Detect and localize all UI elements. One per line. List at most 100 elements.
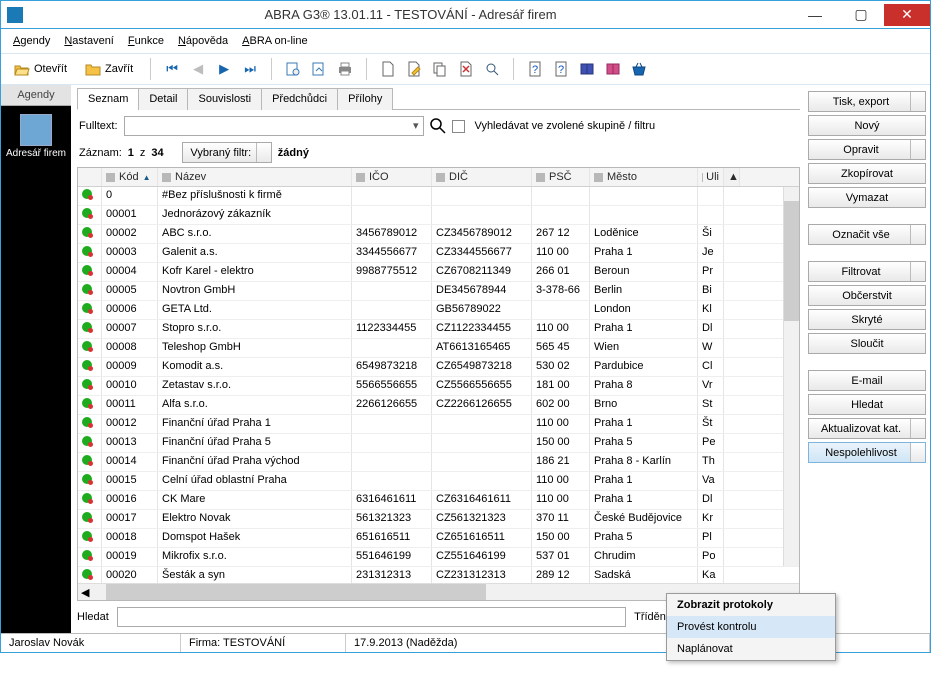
menu-agendy[interactable]: Agendy xyxy=(7,33,56,49)
open-button[interactable]: Otevřít xyxy=(7,58,74,80)
table-row[interactable]: 00016CK Mare6316461611CZ6316461611110 00… xyxy=(78,491,799,510)
nav-next-button[interactable]: ▶ xyxy=(213,58,235,80)
vertical-scrollbar[interactable] xyxy=(783,187,799,566)
table-row[interactable]: 00010Zetastav s.r.o.5566556655CZ55665566… xyxy=(78,377,799,396)
help-1[interactable]: ? xyxy=(524,58,546,80)
btn-oznacit-vse[interactable]: Označit vše xyxy=(808,224,926,245)
table-row[interactable]: 00009Komodit a.s.6549873218CZ65498732185… xyxy=(78,358,799,377)
print-button[interactable] xyxy=(334,58,356,80)
popup-naplanovat[interactable]: Naplánovat xyxy=(667,638,835,660)
tab-predchudci[interactable]: Předchůdci xyxy=(261,88,338,110)
btn-sloucit[interactable]: Sloučit xyxy=(808,333,926,354)
menu-abra-online[interactable]: ABRA on-line xyxy=(236,33,313,49)
help-2[interactable]: ? xyxy=(550,58,572,80)
table-row[interactable]: 00020Šesták a syn231312313CZ231312313289… xyxy=(78,567,799,583)
search-icon xyxy=(484,61,500,77)
status-dot-icon xyxy=(82,322,92,332)
table-row[interactable]: 00012Finanční úřad Praha 1110 00Praha 1Š… xyxy=(78,415,799,434)
table-row[interactable]: 00018Domspot Hašek651616511CZ65161651115… xyxy=(78,529,799,548)
tab-seznam[interactable]: Seznam xyxy=(77,88,139,110)
selected-filter-button[interactable]: Vybraný filtr: xyxy=(182,142,272,163)
fulltext-input[interactable] xyxy=(124,116,424,136)
btn-filtrovat[interactable]: Filtrovat xyxy=(808,261,926,282)
status-dot-icon xyxy=(82,417,92,427)
table-row[interactable]: 00008Teleshop GmbHAT6613165465565 45Wien… xyxy=(78,339,799,358)
table-row[interactable]: 00005Novtron GmbHDE3456789443-378-66Berl… xyxy=(78,282,799,301)
menu-funkce[interactable]: Funkce xyxy=(122,33,170,49)
col-psc[interactable]: PSČ xyxy=(532,168,590,186)
btn-hledat[interactable]: Hledat xyxy=(808,394,926,415)
btn-vymazat[interactable]: Vymazat xyxy=(808,187,926,208)
status-dot-icon xyxy=(82,265,92,275)
tab-prilohy[interactable]: Přílohy xyxy=(337,88,393,110)
maximize-button[interactable]: ▢ xyxy=(838,4,884,26)
edit-doc-button[interactable] xyxy=(403,58,425,80)
close-button[interactable]: ✕ xyxy=(884,4,930,26)
btn-zkopirovat[interactable]: Zkopírovat xyxy=(808,163,926,184)
table-row[interactable]: 00006GETA Ltd.GB56789022LondonKl xyxy=(78,301,799,320)
btn-obcerstvit[interactable]: Občerstvit xyxy=(808,285,926,306)
btn-email[interactable]: E-mail xyxy=(808,370,926,391)
btn-novy[interactable]: Nový xyxy=(808,115,926,136)
tab-souvislosti[interactable]: Souvislosti xyxy=(187,88,262,110)
menu-nastaveni[interactable]: Nastavení xyxy=(58,33,120,49)
folder-open-icon xyxy=(14,62,30,76)
delete-doc-button[interactable] xyxy=(455,58,477,80)
minimize-button[interactable]: — xyxy=(792,4,838,26)
agendy-item-adresar[interactable]: Adresář firem xyxy=(1,106,71,165)
col-ulice[interactable]: Uli xyxy=(698,168,724,186)
search-group-checkbox[interactable] xyxy=(452,120,465,133)
popup-provest-kontrolu[interactable]: Provést kontrolu xyxy=(667,616,835,638)
col-ico[interactable]: IČO xyxy=(352,168,432,186)
table-row[interactable]: 00015Celní úřad oblastní Praha110 00Prah… xyxy=(78,472,799,491)
btn-tisk-export[interactable]: Tisk, export xyxy=(808,91,926,112)
table-row[interactable]: 00003Galenit a.s.3344556677CZ33445566771… xyxy=(78,244,799,263)
agendy-header: Agendy xyxy=(1,85,71,106)
popup-header[interactable]: Zobrazit protokoly xyxy=(667,594,835,616)
col-nazev[interactable]: Název xyxy=(158,168,352,186)
table-row[interactable]: 00004Kofr Karel - elektro9988775512CZ670… xyxy=(78,263,799,282)
btn-skryte[interactable]: Skryté xyxy=(808,309,926,330)
magnifier-icon[interactable] xyxy=(430,118,446,134)
nav-last-button[interactable]: ⏭ xyxy=(239,58,261,80)
col-dic[interactable]: DIČ xyxy=(432,168,532,186)
btn-aktualizovat-kat[interactable]: Aktualizovat kat. xyxy=(808,418,926,439)
status-dot-icon xyxy=(82,341,92,351)
status-user: Jaroslav Novák xyxy=(1,634,181,652)
nav-first-button[interactable]: ⏮ xyxy=(161,58,183,80)
status-dot-icon xyxy=(82,436,92,446)
col-mesto[interactable]: Město xyxy=(590,168,698,186)
table-row[interactable]: 00017Elektro Novak561321323CZ56132132337… xyxy=(78,510,799,529)
table-row[interactable]: 00014Finanční úřad Praha východ186 21Pra… xyxy=(78,453,799,472)
table-row[interactable]: 00007Stopro s.r.o.1122334455CZ1122334455… xyxy=(78,320,799,339)
status-dot-icon xyxy=(82,227,92,237)
status-dot-icon xyxy=(82,246,92,256)
btn-nespolehlivost[interactable]: Nespolehlivost xyxy=(808,442,926,463)
new-doc-button[interactable] xyxy=(377,58,399,80)
copy-doc-button[interactable] xyxy=(429,58,451,80)
status-dot-icon xyxy=(82,398,92,408)
book-2[interactable] xyxy=(602,58,624,80)
hledat-input[interactable] xyxy=(117,607,626,627)
search-doc-button[interactable] xyxy=(481,58,503,80)
status-firm: Firma: TESTOVÁNÍ xyxy=(181,634,346,652)
table-row[interactable]: 0#Bez příslušnosti k firmě xyxy=(78,187,799,206)
table-row[interactable]: 00001Jednorázový zákazník xyxy=(78,206,799,225)
tool-1[interactable] xyxy=(282,58,304,80)
menu-napoveda[interactable]: Nápověda xyxy=(172,33,234,49)
selected-filter-value: žádný xyxy=(278,147,309,159)
table-row[interactable]: 00011Alfa s.r.o.2266126655CZ226612665560… xyxy=(78,396,799,415)
tab-detail[interactable]: Detail xyxy=(138,88,188,110)
table-row[interactable]: 00013Finanční úřad Praha 5150 00Praha 5P… xyxy=(78,434,799,453)
basket-button[interactable] xyxy=(628,58,650,80)
tabs: Seznam Detail Souvislosti Předchůdci Pří… xyxy=(77,87,800,110)
nav-prev-button[interactable]: ◀ xyxy=(187,58,209,80)
close-agenda-button[interactable]: Zavřít xyxy=(78,58,140,80)
col-kod[interactable]: Kód▲ xyxy=(102,168,158,186)
col-marker[interactable] xyxy=(78,168,102,186)
book-1[interactable] xyxy=(576,58,598,80)
tool-2[interactable] xyxy=(308,58,330,80)
btn-opravit[interactable]: Opravit xyxy=(808,139,926,160)
table-row[interactable]: 00019Mikrofix s.r.o.551646199CZ551646199… xyxy=(78,548,799,567)
table-row[interactable]: 00002ABC s.r.o.3456789012CZ3456789012267… xyxy=(78,225,799,244)
